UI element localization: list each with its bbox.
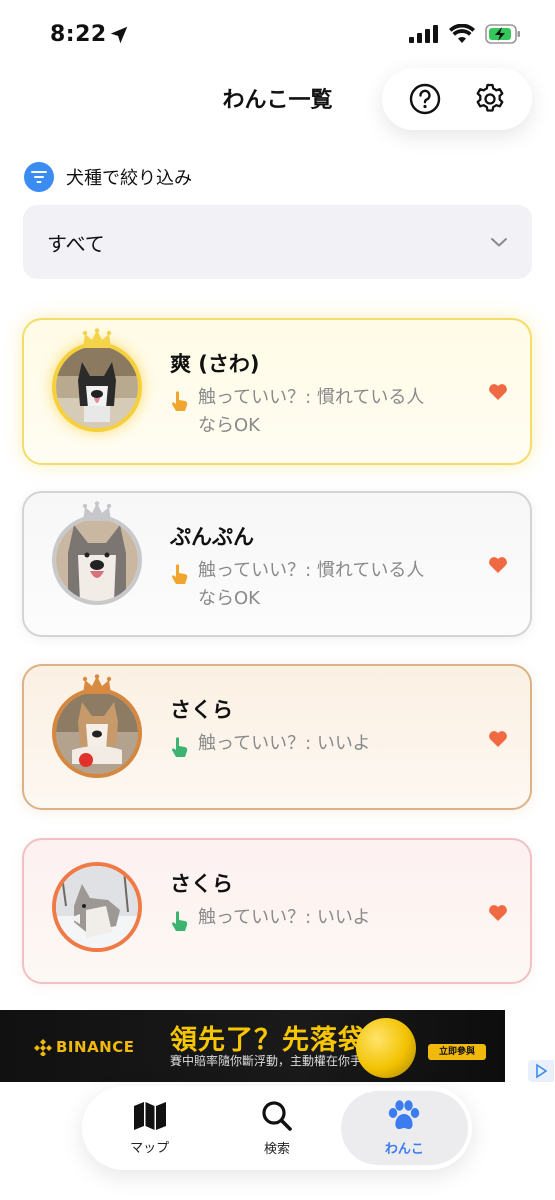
touch-permission: 触っていい？: いいよ: [170, 730, 440, 758]
ad-brand: BINANCE: [56, 1038, 135, 1056]
dog-avatar-wrap: [52, 328, 142, 432]
hand-pointer-icon: [172, 911, 188, 931]
tab-search-label: 検索: [263, 1141, 290, 1157]
ad-choices-icon[interactable]: [528, 1060, 554, 1082]
heart-icon[interactable]: [488, 556, 508, 574]
breed-filter-value: すべて: [47, 231, 105, 256]
filter-icon: [24, 162, 54, 192]
location-arrow-icon: [110, 26, 128, 44]
dog-card[interactable]: さくら 触っていい？: いいよ: [22, 664, 532, 810]
settings-button[interactable]: [470, 79, 510, 119]
crown-icon: [82, 674, 112, 694]
map-icon: [133, 1101, 166, 1130]
search-icon: [262, 1100, 292, 1131]
tab-search[interactable]: 検索: [213, 1091, 340, 1165]
binance-logo-icon: [34, 1039, 52, 1056]
dog-card[interactable]: ぷんぷん 触っていい？: 慣れている人ならOK: [22, 491, 532, 637]
heart-icon[interactable]: [488, 383, 508, 401]
crown-icon: [82, 501, 112, 521]
touch-permission-text: 触っていい？: 慣れている人ならOK: [198, 560, 425, 609]
dog-name: 爽 (さわ): [170, 352, 260, 376]
tab-map-label: マップ: [130, 1140, 170, 1156]
ad-subtext: 賽中賠率隨你斷浮動，主動權在你手上: [170, 1054, 375, 1068]
soccer-ball-icon: [356, 1018, 416, 1078]
ad-banner[interactable]: BINANCE 領先了？先落袋 賽中賠率隨你斷浮動，主動權在你手上 立即參與: [0, 1010, 505, 1082]
heart-icon[interactable]: [488, 730, 508, 748]
touch-permission-text: 触っていい？: 慣れている人ならOK: [198, 387, 425, 436]
dog-name: ぷんぷん: [170, 525, 254, 549]
cellular-signal-icon: [409, 25, 438, 43]
help-button[interactable]: [405, 79, 445, 119]
dog-avatar-wrap: [52, 862, 142, 952]
paw-icon: [389, 1099, 420, 1129]
status-bar: 8:22: [0, 0, 555, 70]
battery-charging-icon: [485, 24, 520, 44]
dog-avatar: [52, 342, 142, 432]
hand-pointer-icon: [172, 737, 188, 757]
heart-icon[interactable]: [488, 904, 508, 922]
dog-name: さくら: [170, 872, 233, 896]
tab-map[interactable]: マップ: [86, 1091, 213, 1165]
breed-filter-select[interactable]: すべて: [23, 205, 532, 279]
touch-permission-text: 触っていい？: いいよ: [198, 733, 371, 754]
dog-name: さくら: [170, 698, 233, 722]
chevron-down-icon: [491, 238, 507, 247]
header-actions: [382, 68, 532, 130]
hand-pointer-icon: [172, 564, 188, 584]
dog-avatar-wrap: [52, 501, 142, 605]
dog-avatar-wrap: [52, 674, 142, 778]
filter-label-row: 犬種で絞り込み: [24, 162, 192, 192]
gear-icon: [476, 83, 503, 112]
dog-avatar: [52, 515, 142, 605]
dog-avatar: [52, 862, 142, 952]
crown-icon: [82, 328, 112, 348]
status-indicators: [409, 24, 521, 44]
wifi-icon: [449, 24, 475, 43]
touch-permission-text: 触っていい？: いいよ: [198, 907, 371, 928]
touch-permission: 触っていい？: 慣れている人ならOK: [170, 557, 440, 613]
dog-card[interactable]: さくら 触っていい？: いいよ: [22, 838, 532, 984]
status-time: 8:22: [50, 22, 107, 47]
tab-wanko-label: わんこ: [384, 1141, 424, 1157]
filter-label: 犬種で絞り込み: [66, 168, 192, 189]
hand-pointer-icon: [172, 391, 188, 411]
ad-cta-button[interactable]: 立即參與: [428, 1044, 486, 1060]
tab-wanko[interactable]: わんこ: [340, 1091, 468, 1165]
dog-card[interactable]: 爽 (さわ) 触っていい？: 慣れている人ならOK: [22, 318, 532, 465]
tab-bar: マップ 検索 わんこ: [82, 1086, 472, 1170]
touch-permission: 触っていい？: いいよ: [170, 904, 440, 932]
help-icon: [409, 83, 440, 115]
touch-permission: 触っていい？: 慣れている人ならOK: [170, 384, 440, 440]
dog-avatar: [52, 688, 142, 778]
